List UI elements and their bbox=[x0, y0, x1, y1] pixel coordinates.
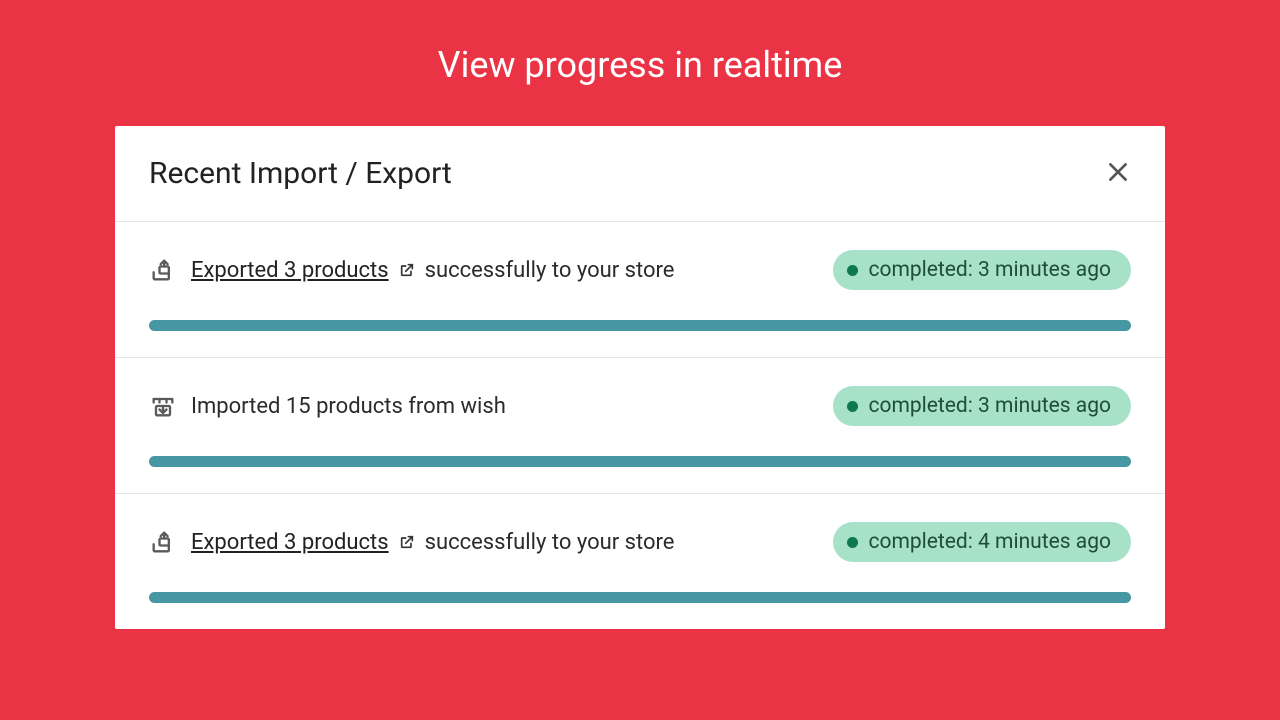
progress-bar bbox=[149, 320, 1131, 331]
activity-suffix: successfully to your store bbox=[425, 530, 675, 555]
exported-products-link[interactable]: Exported 3 products bbox=[191, 258, 389, 283]
exported-products-link[interactable]: Exported 3 products bbox=[191, 530, 389, 555]
hero-title: View progress in realtime bbox=[0, 0, 1280, 126]
activity-text: Imported 15 products from wish bbox=[191, 394, 506, 419]
recent-import-export-panel: Recent Import / Export Exported 3 produc… bbox=[115, 126, 1165, 629]
status-badge: completed: 4 minutes ago bbox=[833, 522, 1131, 562]
activity-item: Exported 3 products successfully to your… bbox=[115, 494, 1165, 629]
activity-suffix: successfully to your store bbox=[425, 258, 675, 283]
import-icon bbox=[149, 392, 177, 420]
panel-header: Recent Import / Export bbox=[115, 126, 1165, 222]
activity-row: Imported 15 products from wish completed… bbox=[149, 386, 1131, 426]
export-icon bbox=[149, 256, 177, 284]
activity-row: Exported 3 products successfully to your… bbox=[149, 250, 1131, 290]
export-icon bbox=[149, 528, 177, 556]
external-link-icon bbox=[399, 534, 415, 550]
panel-title: Recent Import / Export bbox=[149, 156, 452, 191]
status-badge: completed: 3 minutes ago bbox=[833, 250, 1131, 290]
progress-bar bbox=[149, 592, 1131, 603]
activity-text: Exported 3 products successfully to your… bbox=[191, 258, 674, 283]
activity-row: Exported 3 products successfully to your… bbox=[149, 522, 1131, 562]
status-text: completed: 3 minutes ago bbox=[868, 394, 1111, 418]
activity-plain-text: Imported 15 products from wish bbox=[191, 394, 506, 419]
close-icon bbox=[1105, 159, 1131, 189]
activity-item: Imported 15 products from wish completed… bbox=[115, 358, 1165, 494]
progress-bar bbox=[149, 456, 1131, 467]
status-text: completed: 3 minutes ago bbox=[868, 258, 1111, 282]
external-link-icon bbox=[399, 262, 415, 278]
status-text: completed: 4 minutes ago bbox=[868, 530, 1111, 554]
status-badge: completed: 3 minutes ago bbox=[833, 386, 1131, 426]
activity-text: Exported 3 products successfully to your… bbox=[191, 530, 674, 555]
status-dot-icon bbox=[847, 401, 858, 412]
activity-item: Exported 3 products successfully to your… bbox=[115, 222, 1165, 358]
status-dot-icon bbox=[847, 265, 858, 276]
close-button[interactable] bbox=[1105, 159, 1131, 189]
status-dot-icon bbox=[847, 537, 858, 548]
